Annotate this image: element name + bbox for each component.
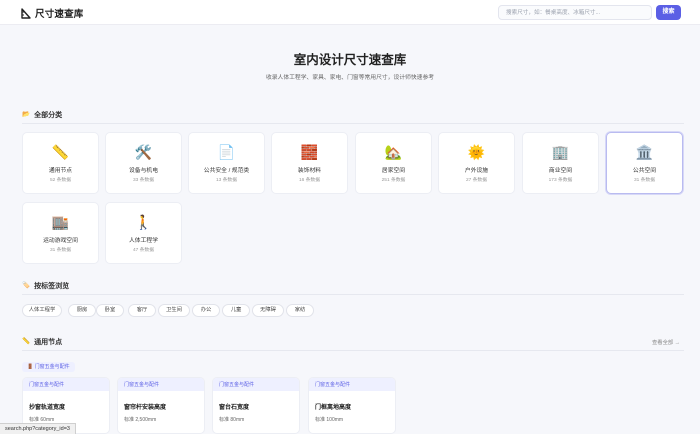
category-count: 16 条数据 (298, 178, 321, 183)
logo-text: 尺寸速查库 (35, 9, 84, 20)
category-card-outdoor[interactable]: 🌞 户外设施 27 条数据 (438, 132, 515, 194)
tag-living-room[interactable]: 客厅 (128, 304, 156, 317)
item-title: 门框离地高度 (315, 405, 352, 411)
tag-accessibility[interactable]: 无障碍 (252, 304, 284, 317)
store-building-icon: 🏬 (51, 214, 70, 230)
category-name: 设备与机电 (129, 168, 158, 174)
category-name: 运动游戏空间 (43, 238, 78, 244)
item-standard: 标准 2,500mm (124, 417, 157, 423)
public-building-icon: 🏛️ (635, 144, 654, 160)
search-input[interactable] (498, 5, 652, 20)
category-name: 人体工程学 (129, 238, 158, 244)
category-count: 47 条数据 (132, 248, 155, 253)
category-count: 27 条数据 (465, 178, 488, 183)
subcategory-label: 门窗五金与配件 (34, 364, 70, 370)
item-card[interactable]: 门窗五金与配件 窗帘杆安装高度 标准 2,500mm (117, 377, 205, 434)
link-status-bar: search.php?category_id=3 (0, 423, 76, 434)
walking-person-icon: 🚶 (134, 214, 153, 230)
tag-bathroom[interactable]: 卫生间 (158, 304, 190, 317)
item-standard: 标准 60mm (29, 417, 55, 423)
tag-textiles[interactable]: 家纺 (286, 304, 314, 317)
category-name: 公共安全 / 规范类 (203, 168, 250, 174)
tags-heading-text: 按标签浏览 (34, 283, 70, 290)
category-card-public-safety[interactable]: 📄 公共安全 / 规范类 13 条数据 (188, 132, 265, 194)
subcategory-badge[interactable]: 🚪 门窗五金与配件 (22, 362, 75, 372)
category-name: 户外设施 (464, 168, 489, 174)
divider (22, 123, 684, 124)
category-name: 通用节点 (48, 168, 73, 174)
tag-children[interactable]: 儿童 (222, 304, 250, 317)
site-logo[interactable]: 尺寸速查库 (21, 6, 84, 20)
category-count: 31 条数据 (49, 248, 72, 253)
item-title: 窗帘杆安装高度 (124, 405, 167, 411)
ruler-logo-icon (21, 7, 31, 19)
category-count: 33 条数据 (132, 178, 155, 183)
divider (22, 350, 684, 351)
tag-kitchen[interactable]: 厨房 (68, 304, 96, 317)
door-icon: 🚪 (27, 364, 34, 370)
tags-heading: 🏷️ 按标签浏览 (22, 281, 69, 291)
category-count: 31 条数据 (633, 178, 656, 183)
tools-icon: 🛠️ (134, 144, 153, 160)
view-all-link[interactable]: 查看全部 → (652, 338, 680, 346)
house-icon: 🏡 (384, 144, 403, 160)
item-category-label: 门窗五金与配件 (219, 382, 255, 388)
category-card-general-nodes[interactable]: 📏 通用节点 52 条数据 (22, 132, 99, 194)
category-card-sports-games[interactable]: 🏬 运动游戏空间 31 条数据 (22, 202, 99, 264)
categories-heading: 📂 全部分类 (22, 110, 62, 120)
item-standard: 标准 100mm (315, 417, 344, 423)
categories-heading-text: 全部分类 (34, 112, 63, 119)
tag-icon: 🏷️ (22, 281, 31, 289)
category-count: 251 条数据 (381, 178, 406, 183)
item-category-label: 门窗五金与配件 (29, 382, 65, 388)
item-standard: 标准 80mm (219, 417, 245, 423)
general-heading: 📏 通用节点 (22, 337, 62, 347)
search-button[interactable]: 搜索 (656, 5, 681, 20)
item-card[interactable]: 门窗五金与配件 窗台石宽度 标准 80mm (212, 377, 300, 434)
tag-office[interactable]: 办公 (192, 304, 220, 317)
item-category-badge: 门窗五金与配件 (23, 378, 109, 391)
item-card[interactable]: 门窗五金与配件 门框离地高度 标准 100mm (308, 377, 396, 434)
category-name: 装饰材料 (297, 168, 322, 174)
page-subtitle: 收录人体工程学、家具、家电、门窗等常用尺寸，设计师快速参考 (265, 75, 435, 81)
top-header: 尺寸速查库 搜索 (0, 0, 700, 25)
category-name: 公共空间 (632, 168, 657, 174)
item-title: 窗台石宽度 (219, 405, 250, 411)
category-card-materials[interactable]: 🧱 装饰材料 16 条数据 (271, 132, 348, 194)
category-card-commercial[interactable]: 🏢 商业空间 173 条数据 (522, 132, 599, 194)
ruler-icon: 📏 (22, 337, 31, 345)
item-category-badge: 门窗五金与配件 (309, 378, 395, 391)
category-count: 173 条数据 (548, 178, 573, 183)
item-category-label: 门窗五金与配件 (315, 382, 351, 388)
item-category-label: 门窗五金与配件 (124, 382, 160, 388)
general-heading-text: 通用节点 (34, 339, 63, 346)
category-count: 13 条数据 (215, 178, 238, 183)
category-card-public-space[interactable]: 🏛️ 公共空间 31 条数据 (606, 132, 683, 194)
category-name: 商业空间 (548, 168, 573, 174)
brick-icon: 🧱 (300, 144, 319, 160)
folder-icon: 📂 (22, 110, 31, 118)
category-count: 52 条数据 (49, 178, 72, 183)
divider (22, 294, 684, 295)
category-card-equipment[interactable]: 🛠️ 设备与机电 33 条数据 (105, 132, 182, 194)
document-icon: 📄 (217, 144, 236, 160)
item-title: 抄窗轨道宽度 (29, 405, 66, 411)
tag-bedroom[interactable]: 卧室 (96, 304, 124, 317)
office-building-icon: 🏢 (551, 144, 570, 160)
sun-icon: 🌞 (467, 144, 486, 160)
tag-ergonomics[interactable]: 人体工程学 (22, 304, 62, 317)
category-name: 居家空间 (381, 168, 406, 174)
ruler-icon: 📏 (51, 144, 70, 160)
item-category-badge: 门窗五金与配件 (213, 378, 299, 391)
page-title: 室内设计尺寸速查库 (293, 53, 407, 67)
item-category-badge: 门窗五金与配件 (118, 378, 204, 391)
category-card-ergonomics[interactable]: 🚶 人体工程学 47 条数据 (105, 202, 182, 264)
category-card-home-space[interactable]: 🏡 居家空间 251 条数据 (355, 132, 432, 194)
